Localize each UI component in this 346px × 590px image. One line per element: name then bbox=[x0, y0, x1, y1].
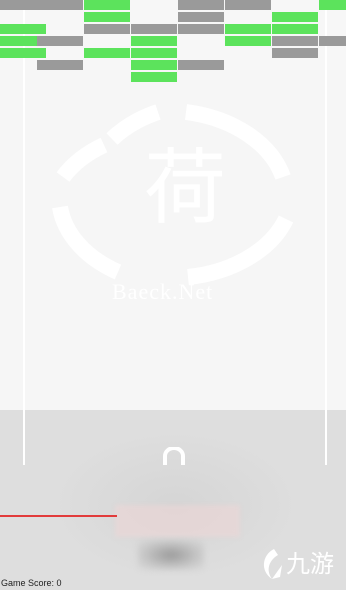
watermark-text: Baeck.Net bbox=[112, 279, 214, 304]
brick bbox=[319, 36, 346, 46]
brand-text: 九游 bbox=[286, 550, 334, 578]
brick bbox=[178, 24, 224, 34]
brick bbox=[178, 12, 224, 22]
brick bbox=[272, 24, 318, 34]
brick bbox=[272, 48, 318, 58]
brick bbox=[37, 36, 83, 46]
brick bbox=[0, 48, 46, 58]
watermark-logo-char: 荷 bbox=[143, 141, 226, 236]
game-score: Game Score: 0 bbox=[1, 577, 62, 590]
background-blur-shape bbox=[115, 505, 240, 537]
game-stage[interactable]: 荷 Baeck.Net Game Score: 0 九游 bbox=[0, 0, 346, 590]
brick bbox=[225, 36, 271, 46]
left-wall bbox=[23, 0, 25, 465]
brick bbox=[37, 60, 83, 70]
brick bbox=[131, 72, 177, 82]
brick bbox=[84, 24, 130, 34]
brick bbox=[84, 48, 130, 58]
ball-icon bbox=[163, 447, 185, 465]
score-value: 0 bbox=[56, 578, 62, 588]
score-label: Game Score: bbox=[1, 578, 55, 588]
brick bbox=[84, 12, 130, 22]
brick bbox=[131, 60, 177, 70]
brick bbox=[131, 48, 177, 58]
brick bbox=[225, 0, 271, 10]
brick bbox=[84, 0, 130, 10]
background-blur-shape bbox=[138, 540, 204, 570]
brick bbox=[37, 0, 83, 10]
brick bbox=[319, 0, 346, 10]
brick bbox=[272, 36, 318, 46]
brick bbox=[131, 36, 177, 46]
brick bbox=[131, 24, 177, 34]
paddle-bar bbox=[0, 515, 117, 517]
brick bbox=[0, 24, 46, 34]
brick bbox=[272, 12, 318, 22]
brick bbox=[225, 24, 271, 34]
brick bbox=[178, 60, 224, 70]
right-wall bbox=[325, 0, 327, 465]
brick bbox=[178, 0, 224, 10]
